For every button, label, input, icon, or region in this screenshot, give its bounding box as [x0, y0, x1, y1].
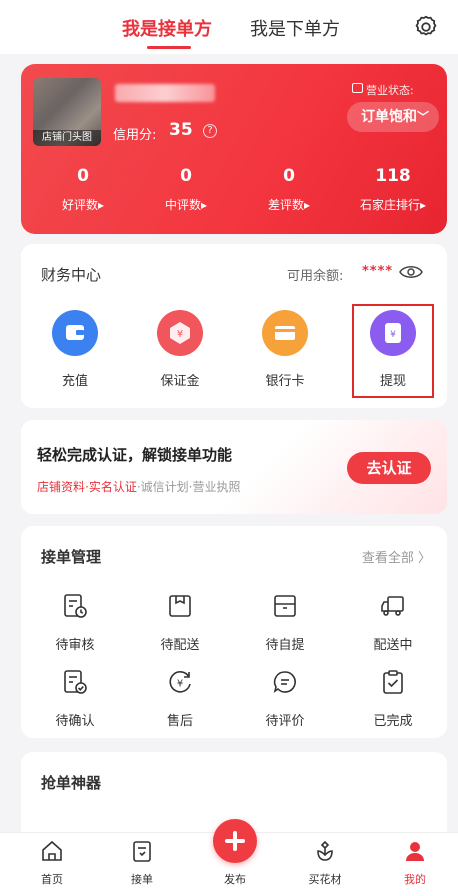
order-to-deliver[interactable]: 待配送	[130, 592, 230, 653]
svg-text:¥: ¥	[177, 679, 183, 690]
order-to-confirm[interactable]: 待确认	[25, 668, 125, 729]
order-label: 待确认	[55, 714, 95, 729]
orders-title: 接单管理	[41, 548, 102, 566]
fin-label: 银行卡	[265, 374, 305, 389]
bank-card-button[interactable]: 银行卡	[235, 310, 335, 389]
stat-value: 0	[283, 166, 295, 186]
order-self-pickup[interactable]: 待自提	[235, 592, 335, 653]
clipboard-done-icon	[383, 670, 403, 694]
order-label: 售后	[166, 714, 193, 729]
store-name-blurred	[115, 84, 215, 102]
refund-icon: ¥	[169, 671, 191, 693]
order-pending-review[interactable]: 待审核	[25, 592, 125, 653]
gear-icon[interactable]	[413, 14, 439, 40]
store-avatar[interactable]: 店铺门头图	[33, 78, 101, 146]
store-card: 店铺门头图 信用分: 35 ? 营业状态: 订单饱和 ﹀ 0 好评数▸ 0 中评…	[21, 64, 447, 234]
cert-title: 轻松完成认证，解锁接单功能	[37, 446, 233, 464]
stat-bad-reviews[interactable]: 0 差评数▸	[239, 166, 339, 213]
order-label: 配送中	[373, 638, 413, 653]
balance-label: 可用余额:	[287, 269, 344, 284]
home-icon	[42, 840, 62, 861]
order-label: 待自提	[265, 638, 305, 653]
chat-bubble-icon	[273, 671, 296, 693]
stat-label: 差评数▸	[267, 198, 311, 212]
help-icon[interactable]: ?	[203, 124, 217, 138]
nav-label: 首页	[41, 873, 63, 886]
stat-label: 好评数▸	[61, 198, 105, 212]
view-all-link[interactable]: 查看全部 〉	[362, 547, 431, 566]
deposit-button[interactable]: ¥ 保证金	[130, 310, 230, 389]
shop-icon	[352, 83, 363, 93]
tab-underline	[147, 46, 191, 49]
go-certify-button[interactable]: 去认证	[347, 452, 431, 484]
stat-neutral-reviews[interactable]: 0 中评数▸	[136, 166, 236, 213]
order-label: 待评价	[265, 714, 305, 729]
business-status-label: 营业状态:	[366, 84, 414, 97]
cert-sub-rest: ·诚信计划·营业执照	[136, 480, 241, 494]
balance-value: ****	[362, 264, 394, 279]
svg-text:¥: ¥	[177, 329, 183, 340]
stat-value: 118	[375, 166, 411, 186]
stat-good-reviews[interactable]: 0 好评数▸	[33, 166, 133, 213]
bottom-nav: 首页 接单 发布 买花材 我的	[0, 819, 458, 896]
truck-icon	[381, 596, 404, 616]
nav-home[interactable]: 首页	[22, 839, 82, 887]
stat-label: 石家庄排行▸	[359, 198, 427, 212]
order-after-sales[interactable]: ¥ 售后	[130, 668, 230, 729]
order-to-review[interactable]: 待评价	[235, 668, 335, 729]
yuan-shield-icon: ¥	[157, 310, 203, 356]
recharge-button[interactable]: 充值	[25, 310, 125, 389]
order-list-icon	[133, 841, 151, 862]
stat-city-ranking[interactable]: 118 石家庄排行▸	[343, 166, 443, 213]
order-completed[interactable]: 已完成	[343, 668, 443, 729]
cert-subtitle: 店铺资料·实名认证·诚信计划·营业执照	[37, 478, 240, 495]
certification-banner: 轻松完成认证，解锁接单功能 店铺资料·实名认证·诚信计划·营业执照 去认证	[21, 420, 447, 514]
nav-label: 接单	[131, 873, 153, 886]
stat-label: 中评数▸	[164, 198, 208, 212]
business-status-dropdown[interactable]: 订单饱和 ﹀	[347, 102, 439, 132]
avatar-caption: 店铺门头图	[33, 130, 101, 146]
tab-orderer[interactable]: 我是下单方	[250, 15, 340, 41]
bank-card-icon	[262, 310, 308, 356]
chevron-down-icon: ﹀	[416, 110, 429, 124]
top-tab-bar: 我是接单方 我是下单方	[0, 0, 458, 54]
fin-label: 充值	[61, 374, 88, 389]
publish-label: 发布	[224, 873, 246, 886]
order-management-card: 接单管理 查看全部 〉 待审核 待配送 待自提 配送中 待确认 ¥ 售后 待评价…	[21, 526, 447, 738]
fin-label: 保证金	[160, 374, 200, 389]
finance-center-card: 财务中心 可用余额: **** 充值 ¥ 保证金 银行卡 ¥ 提现	[21, 244, 447, 408]
tab-receiver[interactable]: 我是接单方	[122, 15, 212, 41]
order-label: 待审核	[55, 638, 95, 653]
credit-label: 信用分:	[113, 128, 157, 143]
package-icon	[274, 595, 296, 617]
nav-label: 买花材	[308, 873, 342, 886]
withdraw-highlight-box	[352, 304, 434, 398]
box-icon	[169, 595, 191, 617]
nav-label: 我的	[404, 873, 426, 886]
nav-orders[interactable]: 接单	[112, 839, 172, 887]
nav-buy-flowers[interactable]: 买花材	[295, 839, 355, 887]
user-icon	[406, 842, 424, 861]
grab-title: 抢单神器	[41, 774, 102, 792]
clipboard-check-icon	[64, 670, 87, 694]
wallet-icon	[52, 310, 98, 356]
cert-sub-highlight: 店铺资料·实名认证	[37, 480, 137, 494]
flower-icon	[317, 840, 333, 861]
clipboard-clock-icon	[64, 594, 87, 618]
credit-value: 35	[169, 120, 193, 140]
publish-plus-button[interactable]	[213, 819, 257, 863]
stat-value: 0	[77, 166, 89, 186]
order-delivering[interactable]: 配送中	[343, 592, 443, 653]
eye-icon[interactable]	[399, 264, 423, 280]
order-label: 已完成	[373, 714, 413, 729]
nav-mine[interactable]: 我的	[385, 839, 445, 887]
stat-value: 0	[180, 166, 192, 186]
order-label: 待配送	[160, 638, 200, 653]
finance-title: 财务中心	[41, 266, 102, 284]
business-status-value: 订单饱和	[361, 109, 417, 125]
